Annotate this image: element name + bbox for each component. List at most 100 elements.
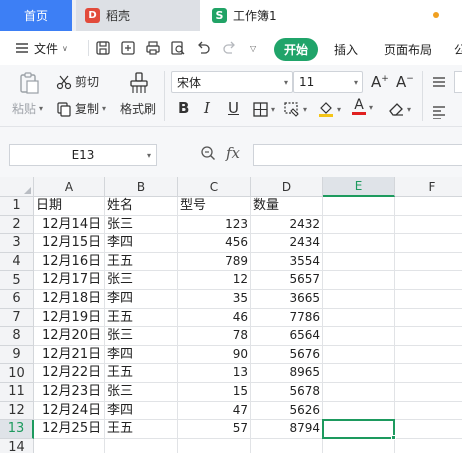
cell-b13[interactable]: 王五 [105,420,178,439]
cell-d8[interactable]: 6564 [251,327,323,346]
paste-button[interactable]: 粘贴 ▾ [12,100,43,117]
row-header-11[interactable]: 11 [0,383,34,402]
cell-b8[interactable]: 张三 [105,327,178,346]
cell-b14[interactable] [105,438,178,453]
cell-d4[interactable]: 3554 [251,252,323,272]
cell-d3[interactable]: 2434 [251,234,323,253]
zoom-search-icon[interactable] [200,145,216,161]
cell-d2[interactable]: 2432 [251,215,323,235]
fill-handle[interactable] [391,434,396,440]
font-color-button[interactable]: A ▾ [352,98,373,115]
cell-style-button[interactable]: ▾ [284,101,307,117]
next-group-combo[interactable] [454,71,462,93]
bold-button[interactable]: B [178,99,189,117]
cell-a6[interactable]: 12月18日 [34,290,105,309]
cell-c10[interactable]: 13 [178,364,251,383]
cell-c13[interactable]: 57 [178,420,251,439]
cell-a11[interactable]: 12月23日 [34,383,105,402]
paste-icon[interactable] [17,71,41,95]
cell-c14[interactable] [178,438,251,453]
row-header-10[interactable]: 10 [0,364,34,383]
underline-button[interactable]: U [228,99,239,117]
column-header-f[interactable]: F [395,177,462,197]
tab-daoke[interactable]: D 稻壳 [76,0,200,31]
cell-f4[interactable] [395,253,462,272]
column-header-a[interactable]: A [34,177,105,197]
name-box[interactable]: E13 ▾ [9,144,157,166]
cell-a12[interactable]: 12月24日 [34,401,105,421]
cell-e9[interactable] [323,345,395,365]
decrease-font-button[interactable]: A− [396,73,414,91]
cell-f8[interactable] [395,327,462,346]
cell-a3[interactable]: 12月15日 [34,234,105,253]
column-header-b[interactable]: B [105,177,178,197]
row-header-2[interactable]: 2 [0,215,34,235]
menu-start[interactable]: 开始 [274,38,319,61]
cell-b5[interactable]: 张三 [105,271,178,290]
fx-icon[interactable]: fx [226,144,240,162]
cell-b12[interactable]: 李四 [105,401,178,421]
row-header-5[interactable]: 5 [0,271,34,290]
cell-e4[interactable] [323,252,395,272]
cell-c2[interactable]: 123 [178,215,251,235]
cell-e3[interactable] [323,234,395,253]
cell-b2[interactable]: 张三 [105,215,178,235]
cell-b6[interactable]: 李四 [105,290,178,309]
cell-c7[interactable]: 46 [178,308,251,328]
cell-e8[interactable] [323,327,395,346]
cell-f7[interactable] [395,309,462,328]
cell-a9[interactable]: 12月21日 [34,345,105,365]
row-header-1[interactable]: 1 [0,197,34,216]
cell-f3[interactable] [395,234,462,253]
row-header-8[interactable]: 8 [0,327,34,346]
cell-d14[interactable] [251,438,323,453]
cell-c6[interactable]: 35 [178,290,251,309]
cell-a2[interactable]: 12月14日 [34,215,105,235]
row-header-14[interactable]: 14 [0,438,34,453]
cell-a1[interactable]: 日期 [34,197,105,216]
export-icon[interactable] [120,40,136,56]
save-icon[interactable] [95,40,111,56]
cell-e5[interactable] [323,271,395,290]
cell-d11[interactable]: 5678 [251,383,323,402]
row-header-7[interactable]: 7 [0,308,34,328]
row-header-9[interactable]: 9 [0,345,34,365]
file-menu[interactable]: 文件 ∨ [14,40,68,57]
cell-e2[interactable] [323,215,395,235]
italic-button[interactable]: I [204,99,210,117]
cell-c5[interactable]: 12 [178,271,251,290]
align-left-icon[interactable] [431,104,447,120]
cell-a8[interactable]: 12月20日 [34,327,105,346]
cell-f9[interactable] [395,346,462,365]
cell-d1[interactable]: 数量 [251,197,323,216]
cell-e10[interactable] [323,364,395,383]
cell-e7[interactable] [323,308,395,328]
cell-a4[interactable]: 12月16日 [34,252,105,272]
cell-a14[interactable] [34,438,105,453]
cell-b11[interactable]: 张三 [105,383,178,402]
formula-input[interactable] [253,144,462,166]
cell-a10[interactable]: 12月22日 [34,364,105,383]
column-header-c[interactable]: C [178,177,251,197]
cell-d5[interactable]: 5657 [251,271,323,290]
borders-button[interactable]: ▾ [252,101,275,117]
cell-b3[interactable]: 李四 [105,234,178,253]
cell-b9[interactable]: 李四 [105,345,178,365]
row-header-4[interactable]: 4 [0,252,34,272]
copy-button[interactable]: 复制 ▾ [56,100,106,117]
cell-b1[interactable]: 姓名 [105,197,178,216]
cell-f6[interactable] [395,290,462,309]
cell-e12[interactable] [323,401,395,421]
redo-icon[interactable] [222,40,238,56]
column-header-d[interactable]: D [251,177,323,197]
row-header-12[interactable]: 12 [0,401,34,421]
font-size-select[interactable]: 11 ▾ [293,71,363,93]
column-header-e[interactable]: E [323,177,395,197]
menu-page-layout[interactable]: 页面布局 [384,41,432,58]
cell-f13[interactable] [395,420,462,439]
cell-d12[interactable]: 5626 [251,401,323,421]
cell-d7[interactable]: 7786 [251,308,323,328]
cut-button[interactable]: 剪切 [56,73,99,90]
select-all-corner[interactable] [0,177,34,197]
cell-e6[interactable] [323,290,395,309]
